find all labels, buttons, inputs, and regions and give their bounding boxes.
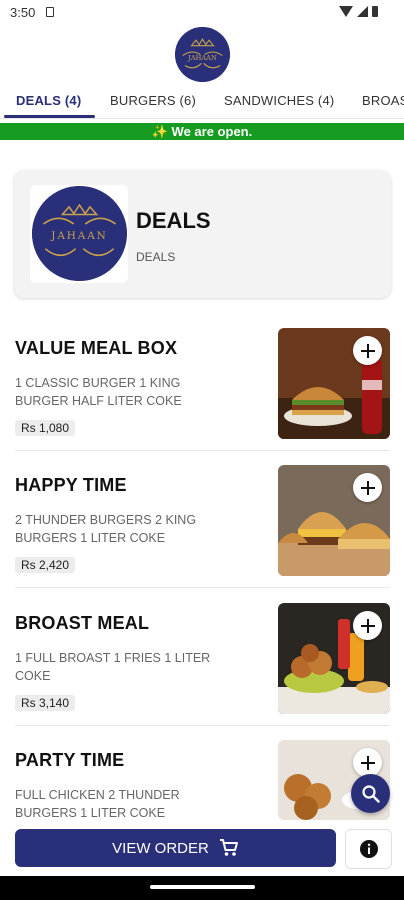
battery-icon	[372, 6, 378, 17]
status-time: 3:50	[10, 5, 36, 20]
item-price: Rs 1,080	[15, 420, 76, 436]
logo-text: JAHAAN	[50, 230, 107, 242]
menu-item[interactable]: BROAST MEAL 1 FULL BROAST 1 FRIES 1 LITE…	[0, 603, 404, 727]
tab-burgers[interactable]: BURGERS (6)	[110, 93, 196, 108]
logo-text: JAHAAN	[187, 54, 217, 62]
view-order-label: VIEW ORDER	[112, 839, 209, 857]
search-icon	[361, 784, 380, 803]
plus-icon	[360, 755, 375, 770]
status-bar: 3:50	[0, 0, 404, 26]
menu-item[interactable]: VALUE MEAL BOX 1 CLASSIC BURGER 1 KING B…	[0, 328, 404, 452]
cart-icon	[219, 839, 238, 856]
view-order-button[interactable]: VIEW ORDER	[15, 829, 336, 867]
item-description: 1 CLASSIC BURGER 1 KING BURGER HALF LITE…	[15, 376, 182, 408]
search-button[interactable]	[351, 774, 390, 813]
item-description: FULL CHICKEN 2 THUNDER BURGERS 1 LITER C…	[15, 788, 180, 820]
wifi-icon	[339, 6, 353, 17]
add-item-button[interactable]	[353, 336, 382, 365]
header-logo: JAHAAN	[175, 27, 230, 82]
item-name: BROAST MEAL	[15, 613, 150, 633]
category-logo: JAHAAN	[32, 186, 127, 281]
status-icons	[339, 6, 378, 17]
category-logo-frame: JAHAAN	[30, 185, 128, 283]
add-item-button[interactable]	[353, 611, 382, 640]
item-divider	[15, 587, 390, 588]
menu-item[interactable]: HAPPY TIME 2 THUNDER BURGERS 2 KING BURG…	[0, 465, 404, 589]
item-divider	[15, 450, 390, 451]
item-divider	[15, 725, 390, 726]
tab-deals[interactable]: DEALS (4)	[16, 93, 81, 108]
category-subtitle: DEALS	[136, 250, 176, 264]
signal-icon	[357, 6, 368, 17]
tab-broast[interactable]: BROAS	[362, 93, 404, 108]
tab-sandwiches[interactable]: SANDWICHES (4)	[224, 93, 334, 108]
category-tabs: DEALS (4) BURGERS (6) SANDWICHES (4) BRO…	[0, 84, 404, 118]
add-item-button[interactable]	[353, 473, 382, 502]
plus-icon	[360, 480, 375, 495]
plus-icon	[360, 618, 375, 633]
item-name: HAPPY TIME	[15, 475, 127, 495]
item-price: Rs 3,140	[15, 695, 76, 711]
info-button[interactable]	[345, 829, 392, 869]
category-title: DEALS	[136, 208, 211, 233]
info-icon	[359, 840, 378, 858]
add-item-button[interactable]	[353, 748, 382, 777]
plus-icon	[360, 343, 375, 358]
sim-icon	[46, 7, 54, 17]
home-indicator[interactable]	[150, 885, 255, 889]
logo-icon: JAHAAN	[175, 27, 230, 82]
open-status-banner: ✨ We are open.	[0, 123, 404, 140]
tabs-divider	[0, 118, 404, 119]
item-price: Rs 2,420	[15, 557, 76, 573]
item-description: 1 FULL BROAST 1 FRIES 1 LITER COKE	[15, 651, 211, 683]
item-description: 2 THUNDER BURGERS 2 KING BURGERS 1 LITER…	[15, 513, 197, 545]
logo-icon: JAHAAN	[32, 186, 127, 281]
category-header-card: JAHAAN DEALS DEALS	[14, 170, 391, 298]
item-name: VALUE MEAL BOX	[15, 338, 178, 358]
item-name: PARTY TIME	[15, 750, 125, 770]
